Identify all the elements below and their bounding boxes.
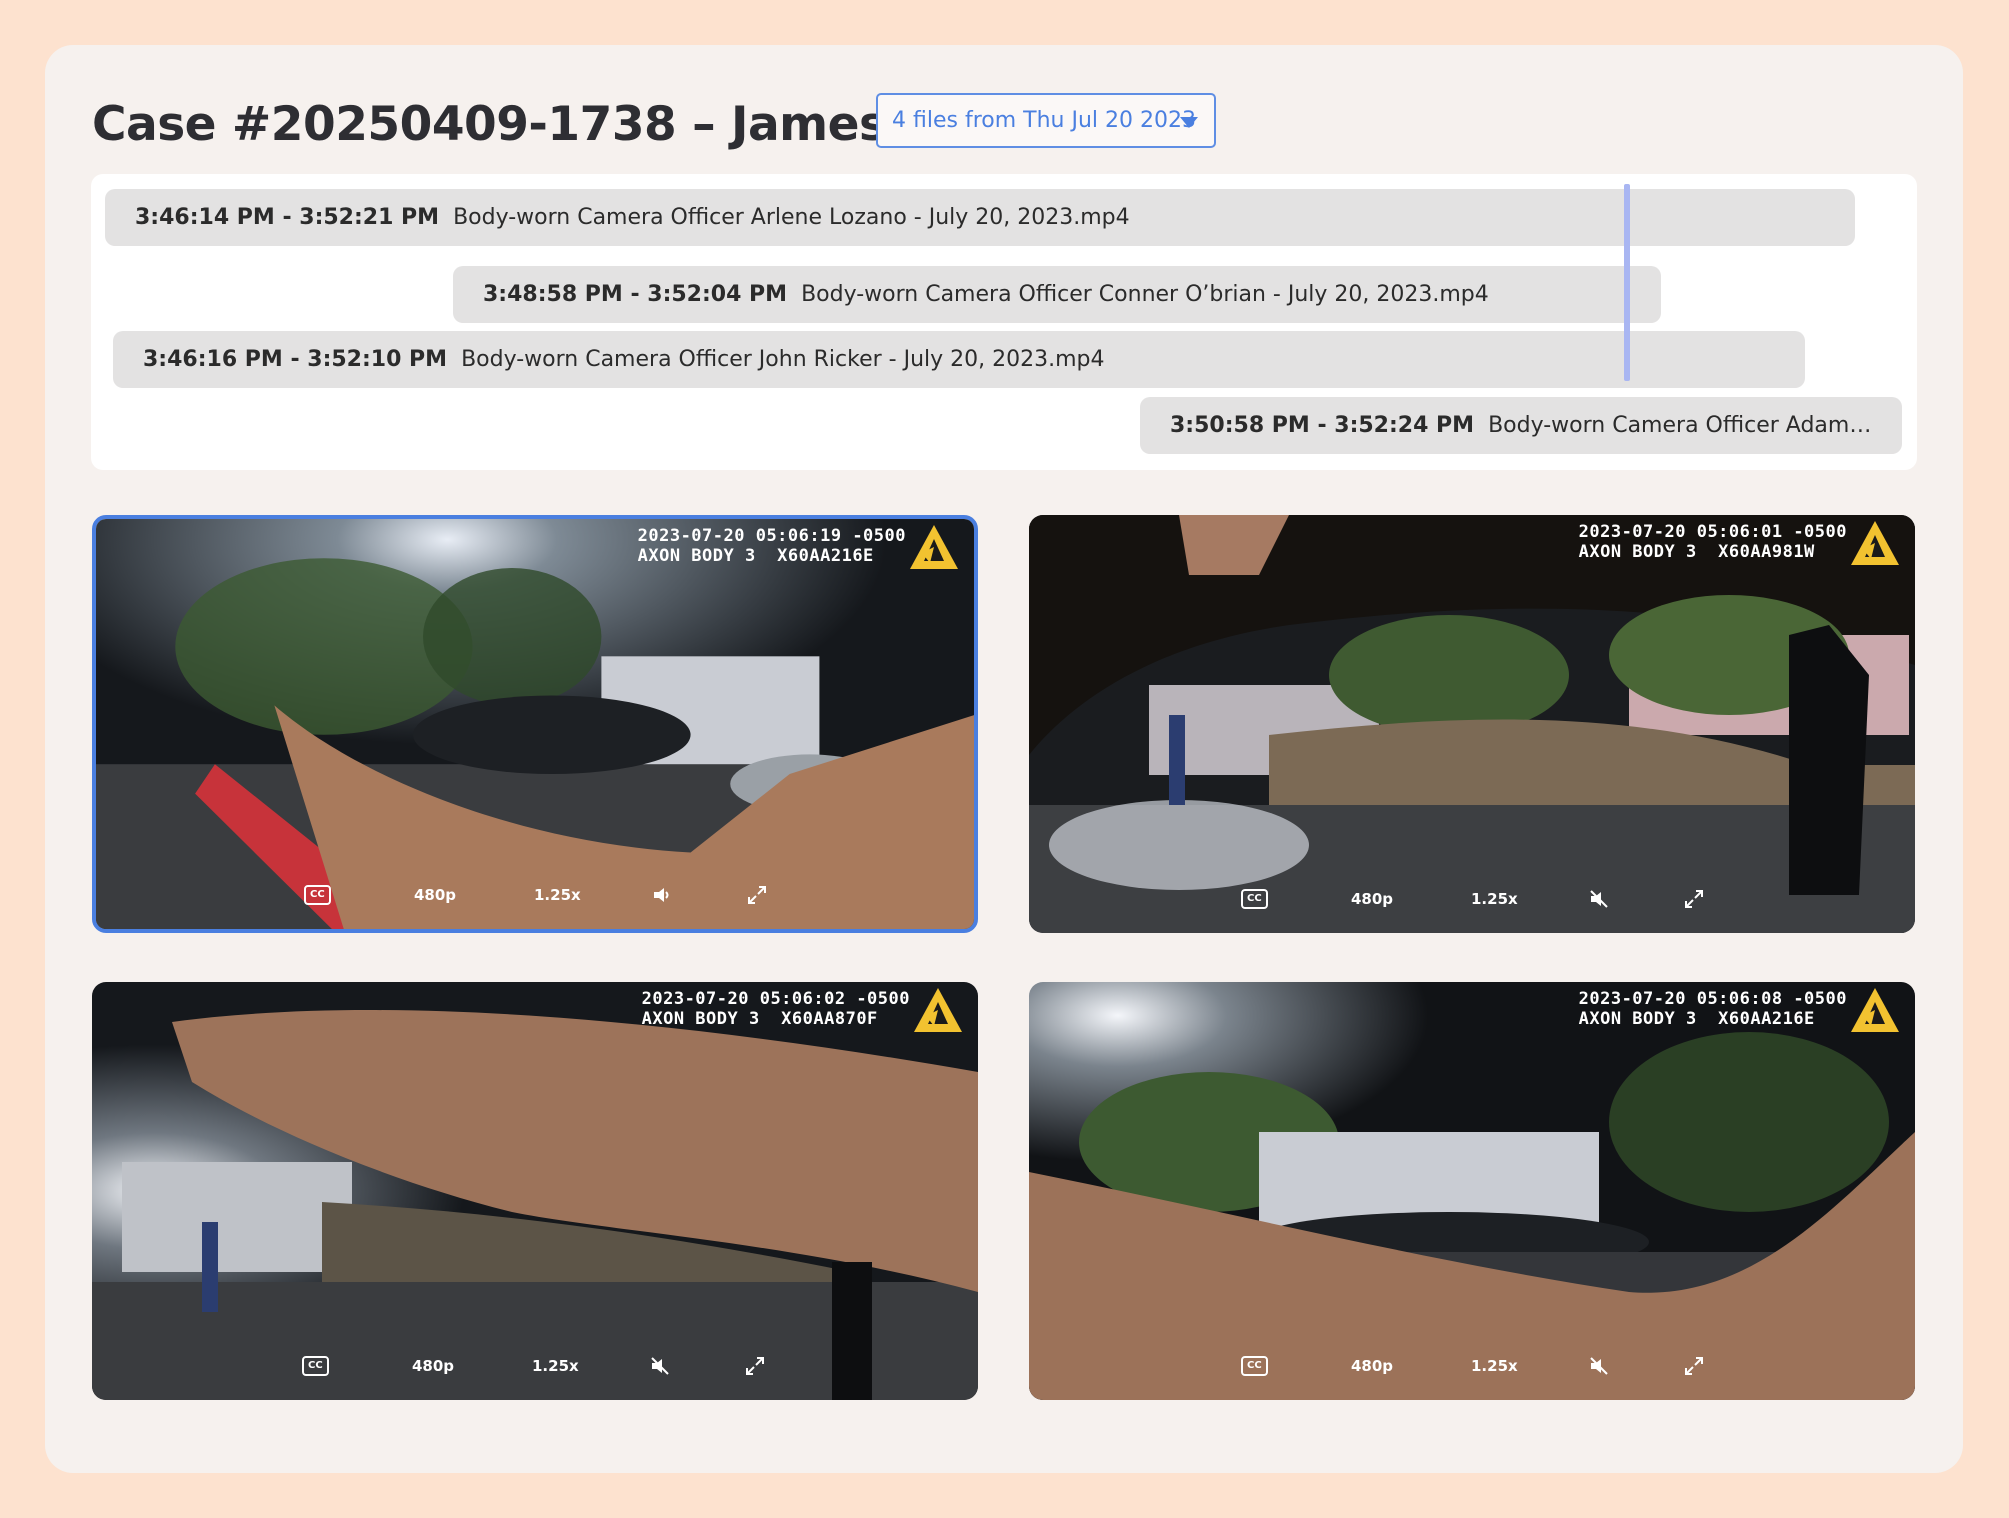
video-player-2[interactable]: 2023-07-20 05:06:01 -0500 AXON BODY 3 X6… <box>1029 515 1915 933</box>
speed-button[interactable]: 1.25x <box>532 1348 579 1384</box>
video-frame <box>1029 515 1915 933</box>
video-player-1[interactable]: 2023-07-20 05:06:19 -0500 AXON BODY 3 X6… <box>92 515 978 933</box>
fullscreen-button[interactable] <box>1683 881 1705 917</box>
captions-button[interactable]: CC <box>302 1348 329 1384</box>
video-player-3[interactable]: 2023-07-20 05:06:02 -0500 AXON BODY 3 X6… <box>92 982 978 1400</box>
expand-icon <box>1685 890 1703 908</box>
file-set-dropdown-value: 4 files from Thu Jul 20 2023 <box>892 108 1196 133</box>
quality-button[interactable]: 480p <box>1351 1348 1393 1384</box>
cc-icon: CC <box>1241 1356 1268 1376</box>
captions-button[interactable]: CC <box>1241 1348 1268 1384</box>
timeline-track-4[interactable]: 3:50:58 PM - 3:52:24 PM Body-worn Camera… <box>1140 397 1902 454</box>
captions-button[interactable]: CC <box>1241 881 1268 917</box>
cc-icon: CC <box>1241 889 1268 909</box>
mute-button[interactable] <box>1589 1348 1609 1384</box>
mute-icon <box>651 1357 669 1375</box>
timeline-track-1[interactable]: 3:46:14 PM - 3:52:21 PM Body-worn Camera… <box>105 189 1855 246</box>
video-timestamp-overlay: 2023-07-20 05:06:02 -0500 AXON BODY 3 X6… <box>642 989 910 1029</box>
fullscreen-button[interactable] <box>1683 1348 1705 1384</box>
fullscreen-button[interactable] <box>744 1348 766 1384</box>
video-timestamp: 2023-07-20 05:06:01 -0500 <box>1578 522 1847 542</box>
volume-icon <box>654 888 669 902</box>
speed-button[interactable]: 1.25x <box>534 877 581 913</box>
track-time-range: 3:50:58 PM - 3:52:24 PM <box>1170 413 1475 438</box>
track-file-name: Body-worn Camera Officer Conner O’brian … <box>801 282 1489 307</box>
track-time-range: 3:46:16 PM - 3:52:10 PM <box>143 347 448 372</box>
timeline-track-3[interactable]: 3:46:16 PM - 3:52:10 PM Body-worn Camera… <box>113 331 1805 388</box>
mute-icon <box>1590 1357 1608 1375</box>
timeline-track-2[interactable]: 3:48:58 PM - 3:52:04 PM Body-worn Camera… <box>453 266 1661 323</box>
video-frame <box>1029 982 1915 1400</box>
speed-button[interactable]: 1.25x <box>1471 881 1518 917</box>
timeline-playhead[interactable] <box>1624 184 1630 381</box>
video-controls: CC 480p 1.25x <box>96 877 974 913</box>
track-time-range: 3:46:14 PM - 3:52:21 PM <box>135 205 440 230</box>
axon-logo-icon <box>910 525 958 569</box>
file-set-dropdown[interactable]: 4 files from Thu Jul 20 2023 <box>876 93 1216 148</box>
track-file-name: Body-worn Camera Officer John Ricker - J… <box>461 347 1105 372</box>
volume-button[interactable] <box>652 877 672 913</box>
case-viewer-panel: Case #20250409-1738 – James C 4 files fr… <box>45 45 1963 1473</box>
track-file-name: Body-worn Camera Officer Adam Gu... <box>1488 413 1902 438</box>
video-frame <box>96 519 974 929</box>
quality-button[interactable]: 480p <box>412 1348 454 1384</box>
captions-button[interactable]: CC <box>304 877 331 913</box>
video-timestamp-overlay: 2023-07-20 05:06:19 -0500 AXON BODY 3 X6… <box>638 526 906 566</box>
fullscreen-button[interactable] <box>746 877 768 913</box>
cc-icon: CC <box>304 885 331 905</box>
mute-button[interactable] <box>1589 881 1609 917</box>
video-controls: CC 480p 1.25x <box>1029 881 1915 917</box>
expand-icon <box>748 886 766 904</box>
timeline: 3:46:14 PM - 3:52:21 PM Body-worn Camera… <box>91 174 1917 470</box>
chevron-down-icon <box>1180 117 1198 128</box>
video-timestamp: 2023-07-20 05:06:08 -0500 <box>1578 989 1847 1009</box>
page-title: Case #20250409-1738 – James C <box>92 97 937 152</box>
video-timestamp: 2023-07-20 05:06:02 -0500 <box>641 989 910 1009</box>
axon-logo-icon <box>1851 988 1899 1032</box>
video-timestamp: 2023-07-20 05:06:19 -0500 <box>637 526 906 546</box>
video-controls: CC 480p 1.25x <box>1029 1348 1915 1384</box>
video-device-id: AXON BODY 3 X60AA981W <box>1578 542 1815 562</box>
video-device-id: AXON BODY 3 X60AA870F <box>641 1009 878 1029</box>
expand-icon <box>1685 1357 1703 1375</box>
video-device-id: AXON BODY 3 X60AA216E <box>637 546 874 566</box>
video-device-id: AXON BODY 3 X60AA216E <box>1578 1009 1815 1029</box>
video-timestamp-overlay: 2023-07-20 05:06:01 -0500 AXON BODY 3 X6… <box>1579 522 1847 562</box>
expand-icon <box>746 1357 764 1375</box>
video-controls: CC 480p 1.25x <box>92 1348 978 1384</box>
speed-button[interactable]: 1.25x <box>1471 1348 1518 1384</box>
quality-button[interactable]: 480p <box>414 877 456 913</box>
axon-logo-icon <box>1851 521 1899 565</box>
axon-logo-icon <box>914 988 962 1032</box>
mute-button[interactable] <box>650 1348 670 1384</box>
video-frame <box>92 982 978 1400</box>
track-time-range: 3:48:58 PM - 3:52:04 PM <box>483 282 788 307</box>
mute-icon <box>1590 890 1608 908</box>
video-timestamp-overlay: 2023-07-20 05:06:08 -0500 AXON BODY 3 X6… <box>1579 989 1847 1029</box>
track-file-name: Body-worn Camera Officer Arlene Lozano -… <box>453 205 1130 230</box>
quality-button[interactable]: 480p <box>1351 881 1393 917</box>
video-player-4[interactable]: 2023-07-20 05:06:08 -0500 AXON BODY 3 X6… <box>1029 982 1915 1400</box>
cc-icon: CC <box>302 1356 329 1376</box>
